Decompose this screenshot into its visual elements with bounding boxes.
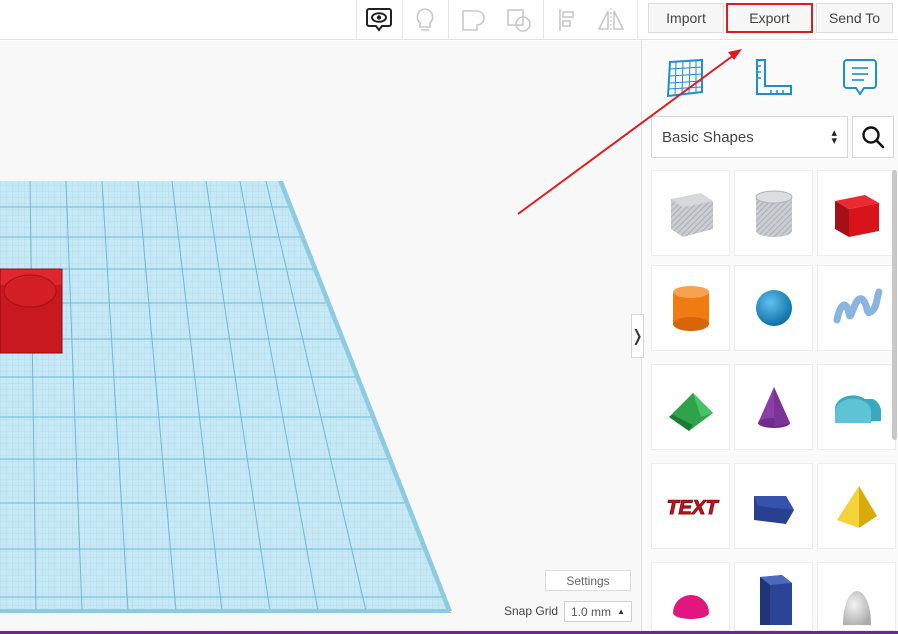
notes-icon[interactable] xyxy=(839,56,883,100)
red-box-object[interactable] xyxy=(0,268,63,354)
box-icon xyxy=(834,195,879,237)
sphere-icon xyxy=(755,290,792,326)
shape-tile-pyramid[interactable] xyxy=(817,463,896,549)
search-icon xyxy=(862,126,885,149)
box-hole-icon xyxy=(670,193,713,237)
shape-tile-wedge[interactable] xyxy=(734,463,813,549)
polygon-icon xyxy=(759,574,792,625)
shape-tile-cylinder[interactable] xyxy=(651,265,730,351)
updown-icon: ▴ ▾ xyxy=(831,127,837,147)
shape-tile-text[interactable]: TEXT xyxy=(651,463,730,549)
snap-grid-value: 1.0 mm xyxy=(571,604,612,619)
shape-tile-cone[interactable] xyxy=(734,364,813,450)
workplane-icon[interactable] xyxy=(664,56,708,100)
workplane-grid[interactable] xyxy=(0,41,641,631)
shape-tile-half-sphere[interactable] xyxy=(651,562,730,631)
caret-up-icon: ▲ xyxy=(617,607,625,616)
snap-grid-select[interactable]: 1.0 mm ▲ xyxy=(564,601,632,622)
toolbar-divider xyxy=(543,0,544,40)
search-button[interactable] xyxy=(852,116,894,158)
snap-grid-label: Snap Grid xyxy=(504,604,559,618)
send-to-button[interactable]: Send To xyxy=(816,3,893,33)
svg-text:TEXT: TEXT xyxy=(664,497,720,519)
toolbar-divider xyxy=(637,0,638,40)
half-sphere-icon xyxy=(672,594,709,619)
shape-tile-roof[interactable] xyxy=(651,364,730,450)
ungroup-icon[interactable] xyxy=(497,0,541,40)
paraboloid-icon xyxy=(842,590,871,625)
align-icon[interactable] xyxy=(545,0,589,40)
shape-tile-box[interactable] xyxy=(817,170,896,256)
roof-icon xyxy=(668,393,713,431)
pyramid-icon xyxy=(836,486,877,528)
mirror-icon[interactable] xyxy=(589,0,633,40)
lightbulb-icon[interactable] xyxy=(403,0,447,40)
eye-speech-icon[interactable] xyxy=(357,0,401,40)
export-button[interactable]: Export xyxy=(726,3,813,33)
shape-tile-paraboloid[interactable] xyxy=(817,562,896,631)
text-icon: TEXT xyxy=(663,497,720,520)
cylinder-icon xyxy=(672,286,709,331)
import-button[interactable]: Import xyxy=(648,3,724,33)
group-icon[interactable] xyxy=(451,0,495,40)
top-toolbar: Import Export Send To xyxy=(0,0,898,40)
shape-tile-cylinder-hole[interactable] xyxy=(734,170,813,256)
shape-tile-polygon[interactable] xyxy=(734,562,813,631)
settings-button[interactable]: Settings xyxy=(545,570,631,591)
shape-category-value: Basic Shapes xyxy=(662,128,754,146)
workplane-viewport[interactable] xyxy=(0,41,641,631)
toolbar-divider xyxy=(448,0,449,40)
shape-tile-round-roof[interactable] xyxy=(817,364,896,450)
shape-category-select[interactable]: Basic Shapes ▴ ▾ xyxy=(651,116,848,158)
ruler-icon[interactable] xyxy=(751,56,795,100)
shapes-scrollbar[interactable] xyxy=(892,170,897,440)
wedge-icon xyxy=(753,496,794,524)
shape-tile-scribble[interactable] xyxy=(817,265,896,351)
shape-tile-box-hole[interactable] xyxy=(651,170,730,256)
round-roof-icon xyxy=(834,395,881,423)
panel-collapse-toggle[interactable]: ❭ xyxy=(631,314,644,358)
cylinder-hole-icon xyxy=(755,190,792,237)
cone-icon xyxy=(757,387,790,428)
scribble-icon xyxy=(833,288,882,324)
shape-tile-sphere[interactable] xyxy=(734,265,813,351)
